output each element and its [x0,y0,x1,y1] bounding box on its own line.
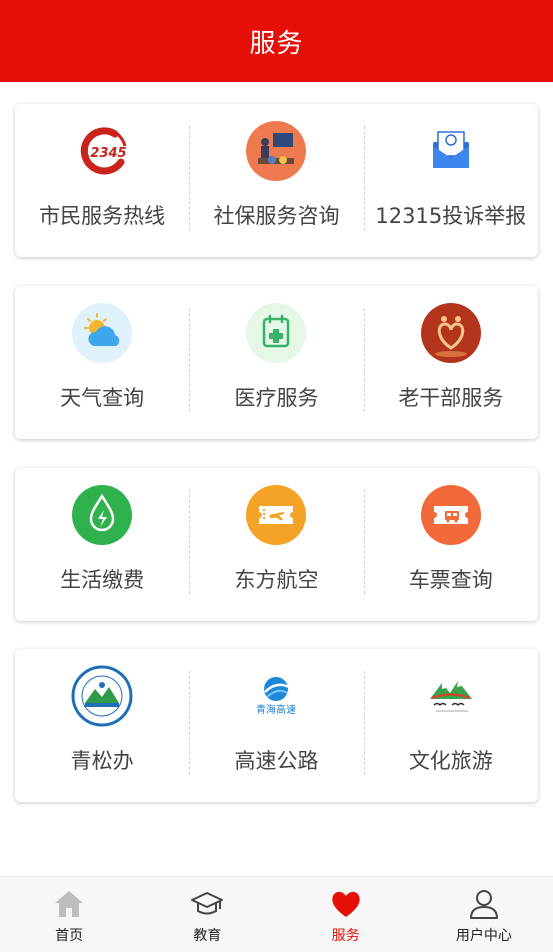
header-bar: 服务 [0,0,553,82]
service-label: 医疗服务 [234,386,319,410]
service-item-citizen-hotline[interactable]: 12345 市民服务热线 [15,104,189,257]
tab-user-center[interactable]: 用户中心 [415,877,553,952]
service-item-medical[interactable]: 医疗服务 [189,286,363,439]
service-label: 市民服务热线 [39,204,166,228]
tab-label: 教育 [193,928,222,944]
bus-ticket-icon [420,484,482,546]
airline-ticket-icon [245,484,307,546]
utility-payment-icon [71,484,133,546]
social-security-consult-icon [245,120,307,182]
service-label: 东方航空 [234,568,319,592]
complaint-mail-icon [420,120,482,182]
heart-icon [329,887,363,921]
veteran-cadre-icon [420,302,482,364]
tab-service[interactable]: 服务 [277,877,415,952]
tab-education[interactable]: 教育 [138,877,276,952]
service-item-utility-payment[interactable]: 生活缴费 [15,468,189,621]
service-label: 12315投诉举报 [375,204,527,228]
service-item-expressway[interactable]: 青海高速 高速公路 [189,649,363,802]
service-label: 社保服务咨询 [213,204,340,228]
culture-tourism-logo-icon [420,665,482,727]
service-item-complaint[interactable]: 12315投诉举报 [363,104,538,257]
qingsong-logo-icon [71,665,133,727]
tab-label: 首页 [55,928,84,944]
medical-icon [245,302,307,364]
service-item-eastern-airlines[interactable]: 东方航空 [189,468,363,621]
page-title: 服务 [249,28,304,59]
user-icon [467,887,501,921]
tab-home[interactable]: 首页 [0,877,138,952]
service-item-veteran[interactable]: 老干部服务 [363,286,538,439]
qinghai-expressway-logo-icon: 青海高速 [245,665,307,727]
tab-label: 用户中心 [455,928,512,944]
weather-icon [71,302,133,364]
service-item-culture-tourism[interactable]: 文化旅游 [363,649,538,802]
service-item-weather[interactable]: 天气查询 [15,286,189,439]
service-item-social-security[interactable]: 社保服务咨询 [189,104,363,257]
service-item-qingsong[interactable]: 青松办 [15,649,189,802]
graduation-cap-icon [190,887,224,921]
expressway-logo-text: 青海高速 [256,703,296,716]
service-card: 青松办 青海高速 高速公路 文化旅游 [15,649,538,802]
hotline-number: 12345 [82,146,127,161]
service-label: 生活缴费 [60,568,145,592]
service-label: 天气查询 [60,386,145,410]
home-icon [52,887,86,921]
service-label: 青松办 [70,749,134,773]
service-label: 老干部服务 [398,386,504,410]
tab-label: 服务 [331,928,360,944]
hotline-12345-icon: 12345 [71,120,133,182]
bottom-tab-bar: 首页 教育 服务 用户中心 [0,876,553,952]
service-card: 天气查询 医疗服务 老干部服务 [15,286,538,439]
service-label: 文化旅游 [408,749,493,773]
service-label: 高速公路 [234,749,319,773]
service-item-bus-ticket[interactable]: 车票查询 [363,468,538,621]
service-card: 生活缴费 东方航空 车票查询 [15,468,538,621]
service-label: 车票查询 [408,568,493,592]
service-card: 12345 市民服务热线 社保服务咨询 12315投诉举报 [15,104,538,257]
